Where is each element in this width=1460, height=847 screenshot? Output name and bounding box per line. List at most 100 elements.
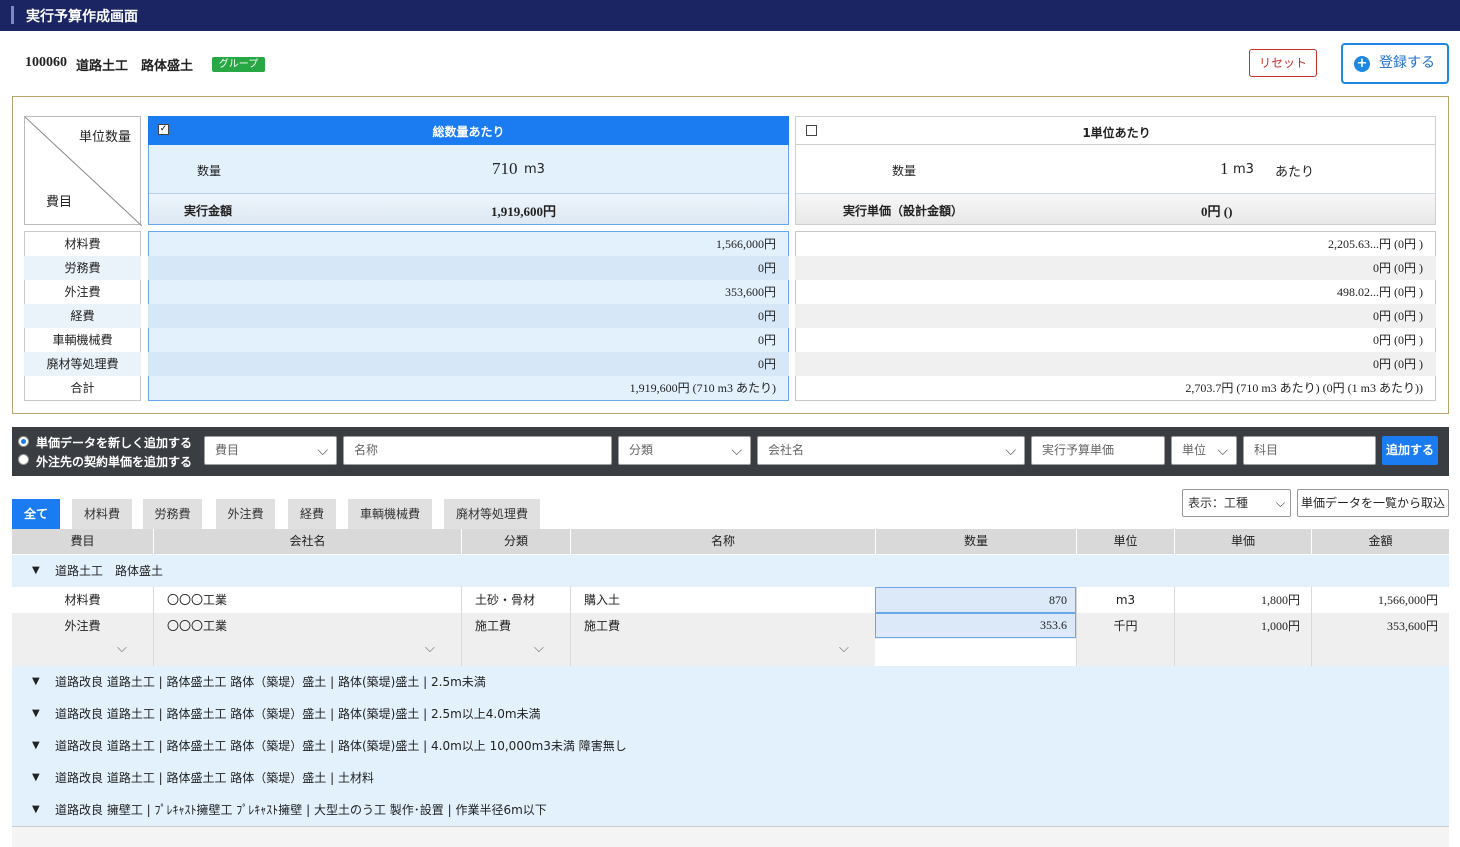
- company-select-value: 会社名: [768, 443, 805, 457]
- caret-down-icon[interactable]: ▼: [32, 730, 40, 762]
- group-title: 道路改良 道路土工 | 路体盛土工 路体（築堤）盛土 | 路体(築堤)盛土 | …: [55, 739, 627, 753]
- cost-total-value: 0円: [148, 304, 789, 328]
- chevron-down-icon[interactable]: ⌵: [117, 641, 127, 656]
- radio-add-contract-label[interactable]: 外注先の契約単価を追加する: [36, 453, 192, 470]
- cost-unit-value: 2,703.7円 (710 m3 あたり) (0円 (1 m3 あたり)): [1185, 381, 1423, 395]
- import-from-list-button[interactable]: 単価データを一覧から取込: [1297, 489, 1449, 517]
- cell-amount-value: 353,600円: [1386, 619, 1438, 633]
- cell-name[interactable]: 購入土: [570, 587, 875, 613]
- cell-qty-editing[interactable]: 870: [875, 587, 1076, 613]
- price-input[interactable]: 実行予算単価: [1031, 436, 1165, 465]
- col-company[interactable]: 会社名: [153, 529, 461, 554]
- col-bunrui[interactable]: 分類: [461, 529, 570, 554]
- bunrui-select-value: 分類: [629, 443, 654, 457]
- group-row[interactable]: ▼ 道路改良 道路土工 | 路体盛土工 路体（築堤）盛土 | 土材料: [12, 762, 1449, 794]
- cost-unit-value: 0円 (0円 ): [795, 304, 1436, 328]
- group-title: 道路改良 擁壁工 | ﾌﾟﾚｷｬｽﾄ擁壁工 ﾌﾟﾚｷｬｽﾄ擁壁 | 大型土のう工…: [55, 803, 547, 817]
- cell-name[interactable]: 施工費: [570, 613, 875, 666]
- total-basis-body: 数量 710 m3 実行金額 1,919,600円: [148, 145, 789, 225]
- register-button[interactable]: + 登録する: [1341, 43, 1449, 84]
- price-input-placeholder: 実行予算単価: [1042, 443, 1115, 457]
- cell-price[interactable]: 1,800円: [1174, 587, 1311, 613]
- kamoku-input[interactable]: 科目: [1243, 436, 1376, 465]
- cell-price[interactable]: 1,000円: [1174, 613, 1311, 666]
- radio-add-new-label[interactable]: 単価データを新しく追加する: [36, 434, 192, 451]
- bunrui-select[interactable]: 分類 ⌵: [618, 436, 751, 465]
- chevron-down-icon: ⌵: [1005, 443, 1016, 459]
- cell-company-value: 〇〇〇工業: [167, 619, 228, 633]
- cell-unit[interactable]: m3: [1076, 587, 1174, 613]
- total-qty-unit: m3: [524, 162, 545, 177]
- name-input[interactable]: 名称: [343, 436, 612, 465]
- unit-amount-bar: 実行単価（設計金額） 0円 (): [796, 194, 1435, 224]
- chevron-down-icon[interactable]: ⌵: [839, 641, 849, 656]
- cost-label: 労務費: [24, 256, 141, 280]
- caret-down-icon[interactable]: ▼: [32, 762, 40, 794]
- tab-vehicles[interactable]: 車輌機械費: [348, 499, 432, 529]
- table-row[interactable]: 材料費 〇〇〇工業 土砂・骨材 購入土 870 m3 1,800円 1,566,…: [12, 587, 1449, 613]
- cell-himoku[interactable]: 外注費: [12, 613, 153, 666]
- cell-himoku[interactable]: 材料費: [12, 587, 153, 613]
- cost-unit-value: 498.02...円 (0円 ): [1337, 285, 1423, 299]
- col-amount[interactable]: 金額: [1311, 529, 1449, 554]
- chevron-down-icon: ⌵: [731, 443, 742, 459]
- caret-down-icon[interactable]: ▼: [32, 666, 40, 698]
- caret-down-icon[interactable]: ▼: [32, 555, 40, 587]
- title-bar: 実行予算作成画面: [0, 0, 1460, 31]
- caret-down-icon[interactable]: ▼: [32, 794, 40, 826]
- chevron-down-icon[interactable]: ⌵: [425, 641, 435, 656]
- tab-outsourcing[interactable]: 外注費: [216, 499, 275, 529]
- company-select[interactable]: 会社名 ⌵: [757, 436, 1025, 465]
- cell-company[interactable]: 〇〇〇工業: [153, 613, 461, 666]
- display-select[interactable]: 表示：工種 ⌵: [1182, 489, 1291, 517]
- cost-total-value: 0円: [148, 256, 789, 280]
- tab-material[interactable]: 材料費: [72, 499, 132, 529]
- unit-amount-value: 0円 (): [1201, 204, 1233, 219]
- col-name[interactable]: 名称: [570, 529, 875, 554]
- radio-add-new[interactable]: [18, 436, 29, 447]
- group-row[interactable]: ▼ 道路改良 擁壁工 | ﾌﾟﾚｷｬｽﾄ擁壁工 ﾌﾟﾚｷｬｽﾄ擁壁 | 大型土の…: [12, 794, 1449, 826]
- unit-qty-value: 1: [1220, 159, 1229, 178]
- caret-down-icon[interactable]: ▼: [32, 698, 40, 730]
- unit-basis-title: 1単位あたり: [1082, 126, 1151, 140]
- col-unit[interactable]: 単位: [1076, 529, 1174, 554]
- add-button[interactable]: 追加する: [1382, 436, 1438, 465]
- unit-qty-unit: m3: [1233, 162, 1254, 177]
- total-basis-header[interactable]: ✓ 総数量あたり: [148, 116, 789, 145]
- tab-expenses[interactable]: 経費: [288, 499, 336, 529]
- group-row[interactable]: ▼ 道路改良 道路土工 | 路体盛土工 路体（築堤）盛土 | 路体(築堤)盛土 …: [12, 666, 1449, 698]
- cell-company[interactable]: 〇〇〇工業: [153, 587, 461, 613]
- himoku-select[interactable]: 費目 ⌵: [204, 436, 337, 465]
- unit-basis-body: 数量 1 m3 あたり 実行単価（設計金額） 0円 (): [795, 145, 1436, 225]
- reset-button[interactable]: リセット: [1249, 49, 1317, 77]
- group-title: 道路土工 路体盛土: [55, 564, 164, 578]
- cell-unit[interactable]: 千円: [1076, 613, 1174, 666]
- cost-unit-value: 0円 (0円 ): [795, 352, 1436, 376]
- name-input-placeholder: 名称: [354, 443, 379, 457]
- tab-waste[interactable]: 廃材等処理費: [444, 499, 540, 529]
- group-title: 道路改良 道路土工 | 路体盛土工 路体（築堤）盛土 | 土材料: [55, 771, 374, 785]
- unit-basis-header[interactable]: 1単位あたり: [795, 116, 1436, 145]
- col-qty[interactable]: 数量: [875, 529, 1076, 554]
- cell-bunrui[interactable]: 施工費: [461, 613, 570, 666]
- group-row[interactable]: ▼ 道路土工 路体盛土: [12, 555, 1449, 587]
- register-label: 登録する: [1379, 55, 1435, 71]
- radio-add-contract[interactable]: [18, 454, 29, 465]
- col-himoku[interactable]: 費目: [12, 529, 153, 554]
- unit-qty-suffix: あたり: [1275, 165, 1315, 180]
- title-accent: [11, 6, 14, 24]
- tab-labor[interactable]: 労務費: [143, 499, 202, 529]
- cell-qty-editing[interactable]: 353.6: [875, 613, 1076, 638]
- group-badge: グループ: [212, 57, 265, 72]
- unit-select[interactable]: 単位 ⌵: [1171, 436, 1237, 465]
- group-row[interactable]: ▼ 道路改良 道路土工 | 路体盛土工 路体（築堤）盛土 | 路体(築堤)盛土 …: [12, 698, 1449, 730]
- col-price[interactable]: 単価: [1174, 529, 1311, 554]
- chevron-down-icon[interactable]: ⌵: [534, 641, 544, 656]
- grid-header: 費目 会社名 分類 名称 数量 単位 単価 金額: [12, 529, 1449, 554]
- qty-blank-cell: [875, 639, 1076, 666]
- cell-bunrui[interactable]: 土砂・骨材: [461, 587, 570, 613]
- tab-all[interactable]: 全て: [12, 499, 60, 529]
- group-row[interactable]: ▼ 道路改良 道路土工 | 路体盛土工 路体（築堤）盛土 | 路体(築堤)盛土 …: [12, 730, 1449, 762]
- table-row[interactable]: 外注費 〇〇〇工業 施工費 施工費 353.6 千円 1,000円 353,60…: [12, 613, 1449, 666]
- unit-select-value: 単位: [1182, 443, 1207, 457]
